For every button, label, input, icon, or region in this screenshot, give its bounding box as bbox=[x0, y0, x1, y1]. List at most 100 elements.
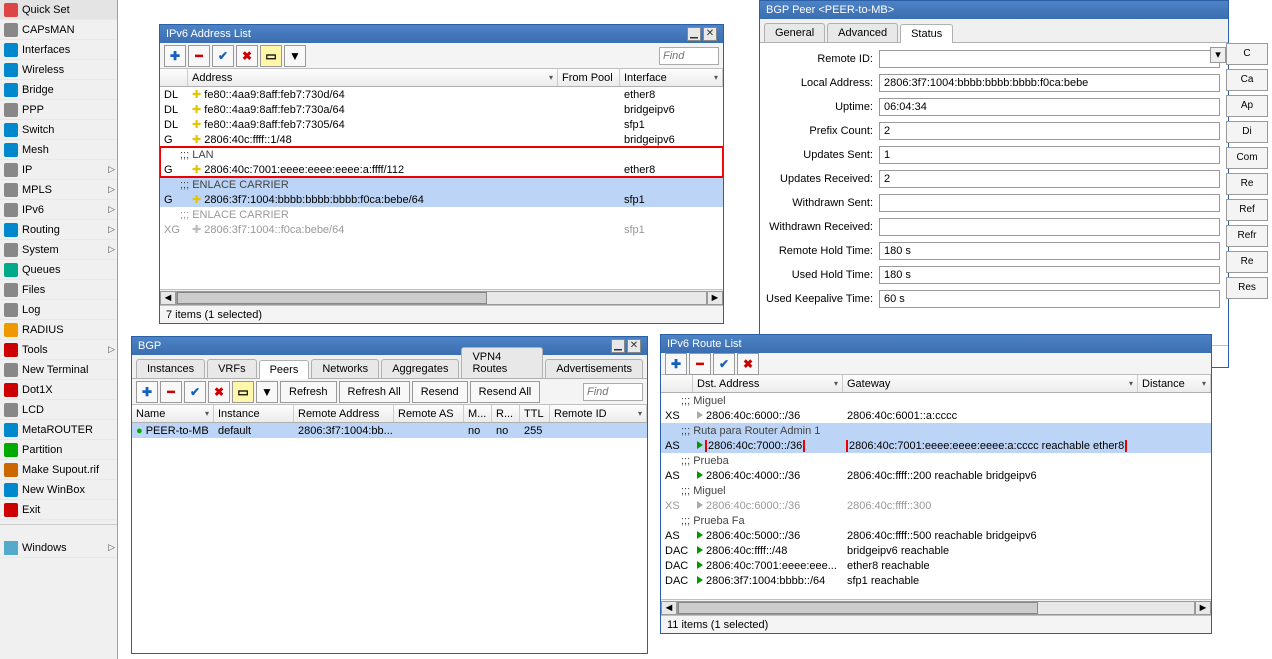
table-row[interactable]: DAC2806:40c:7001:eeee:eee...ether8 reach… bbox=[661, 558, 1211, 573]
sidebar-item[interactable]: MPLS▷ bbox=[0, 180, 117, 200]
side-button[interactable]: Re bbox=[1226, 173, 1268, 195]
th-gateway[interactable]: Gateway bbox=[843, 375, 1138, 392]
th-remote-id[interactable]: Remote ID bbox=[550, 405, 647, 422]
tab[interactable]: General bbox=[764, 23, 825, 42]
th-ttl[interactable]: TTL bbox=[520, 405, 550, 422]
filter-button[interactable]: ▼ bbox=[284, 45, 306, 67]
refresh-button[interactable]: Refresh bbox=[280, 381, 337, 403]
add-button[interactable]: ✚ bbox=[164, 45, 186, 67]
sidebar-item[interactable]: Partition bbox=[0, 440, 117, 460]
table-row[interactable]: AS2806:40c:7000::/362806:40c:7001:eeee:e… bbox=[661, 438, 1211, 453]
enable-button[interactable]: ✔ bbox=[212, 45, 234, 67]
table-row[interactable]: XS2806:40c:6000::/362806:40c:6001::a:ccc… bbox=[661, 408, 1211, 423]
sidebar-item[interactable]: PPP bbox=[0, 100, 117, 120]
sidebar-item-windows[interactable]: Windows▷ bbox=[0, 538, 117, 558]
th-dst[interactable]: Dst. Address bbox=[693, 375, 843, 392]
disable-button[interactable]: ✖ bbox=[208, 381, 230, 403]
th-flags[interactable] bbox=[160, 69, 188, 86]
table-row[interactable]: XG 2806:3f7:1004::f0ca:bebe/64sfp1 bbox=[160, 222, 723, 237]
table-row[interactable]: DL fe80::4aa9:8aff:feb7:730a/64bridgeipv… bbox=[160, 102, 723, 117]
sidebar-item[interactable]: Mesh bbox=[0, 140, 117, 160]
th-distance[interactable]: Distance bbox=[1138, 375, 1211, 392]
sidebar-item[interactable]: System▷ bbox=[0, 240, 117, 260]
disable-button[interactable]: ✖ bbox=[737, 353, 759, 375]
dropdown-extra-icon[interactable]: ▾ bbox=[1210, 47, 1226, 63]
table-row[interactable]: AS2806:40c:4000::/362806:40c:ffff::200 r… bbox=[661, 468, 1211, 483]
th-interface[interactable]: Interface bbox=[620, 69, 723, 86]
side-button[interactable]: Ap bbox=[1226, 95, 1268, 117]
sidebar-item[interactable]: Tools▷ bbox=[0, 340, 117, 360]
form-value[interactable]: 180 s bbox=[879, 242, 1220, 260]
th-from-pool[interactable]: From Pool bbox=[558, 69, 620, 86]
form-value[interactable] bbox=[879, 50, 1220, 68]
sidebar-item[interactable]: Switch bbox=[0, 120, 117, 140]
table-row[interactable]: AS2806:40c:5000::/362806:40c:ffff::500 r… bbox=[661, 528, 1211, 543]
table-row[interactable]: DAC2806:40c:ffff::/48bridgeipv6 reachabl… bbox=[661, 543, 1211, 558]
th-name[interactable]: Name bbox=[132, 405, 214, 422]
form-value[interactable]: 2 bbox=[879, 170, 1220, 188]
minimize-icon[interactable]: ▁ bbox=[687, 27, 701, 41]
sidebar-item[interactable]: IP▷ bbox=[0, 160, 117, 180]
enable-button[interactable]: ✔ bbox=[184, 381, 206, 403]
filter-button[interactable]: ▼ bbox=[256, 381, 278, 403]
find-input[interactable] bbox=[659, 47, 719, 65]
form-value[interactable]: 2806:3f7:1004:bbbb:bbbb:bbbb:f0ca:bebe bbox=[879, 74, 1220, 92]
tab[interactable]: VRFs bbox=[207, 359, 257, 378]
sidebar-item[interactable]: IPv6▷ bbox=[0, 200, 117, 220]
scroll-left-icon[interactable]: ◄ bbox=[160, 291, 176, 305]
form-value[interactable]: 180 s bbox=[879, 266, 1220, 284]
form-value[interactable]: 06:04:34 bbox=[879, 98, 1220, 116]
enable-button[interactable]: ✔ bbox=[713, 353, 735, 375]
close-icon[interactable]: ✕ bbox=[703, 27, 717, 41]
disable-button[interactable]: ✖ bbox=[236, 45, 258, 67]
sidebar-item[interactable]: Dot1X bbox=[0, 380, 117, 400]
th-remote-as[interactable]: Remote AS bbox=[394, 405, 464, 422]
resend-all-button[interactable]: Resend All bbox=[470, 381, 541, 403]
window-titlebar[interactable]: BGP Peer <PEER-to-MB> bbox=[760, 1, 1228, 19]
add-button[interactable]: ✚ bbox=[136, 381, 158, 403]
th-m[interactable]: M... bbox=[464, 405, 492, 422]
form-value[interactable]: 2 bbox=[879, 122, 1220, 140]
sidebar-item[interactable]: MetaROUTER bbox=[0, 420, 117, 440]
tab[interactable]: VPN4 Routes bbox=[461, 347, 543, 378]
side-button[interactable]: Ref bbox=[1226, 199, 1268, 221]
table-row[interactable]: G 2806:40c:ffff::1/48bridgeipv6 bbox=[160, 132, 723, 147]
scroll-right-icon[interactable]: ► bbox=[707, 291, 723, 305]
sidebar-item[interactable]: Files bbox=[0, 280, 117, 300]
tab[interactable]: Networks bbox=[311, 359, 379, 378]
side-button[interactable]: Refr bbox=[1226, 225, 1268, 247]
sidebar-item[interactable]: Log bbox=[0, 300, 117, 320]
side-button[interactable]: Res bbox=[1226, 277, 1268, 299]
remove-button[interactable]: ━ bbox=[188, 45, 210, 67]
table-row[interactable]: DL fe80::4aa9:8aff:feb7:730d/64ether8 bbox=[160, 87, 723, 102]
h-scrollbar[interactable]: ◄ ► bbox=[661, 599, 1211, 615]
table-row[interactable]: G 2806:3f7:1004:bbbb:bbbb:bbbb:f0ca:bebe… bbox=[160, 192, 723, 207]
th-flags[interactable] bbox=[661, 375, 693, 392]
side-button[interactable]: Di bbox=[1226, 121, 1268, 143]
side-button[interactable]: Com bbox=[1226, 147, 1268, 169]
sidebar-item[interactable]: Queues bbox=[0, 260, 117, 280]
tab[interactable]: Status bbox=[900, 24, 953, 43]
scroll-left-icon[interactable]: ◄ bbox=[661, 601, 677, 615]
table-row[interactable]: ● PEER-to-MB default 2806:3f7:1004:bb...… bbox=[132, 423, 647, 438]
sidebar-item[interactable]: Interfaces bbox=[0, 40, 117, 60]
comment-button[interactable]: ▭ bbox=[260, 45, 282, 67]
sidebar-item[interactable]: RADIUS bbox=[0, 320, 117, 340]
window-titlebar[interactable]: IPv6 Route List bbox=[661, 335, 1211, 353]
h-scrollbar[interactable]: ◄ ► bbox=[160, 289, 723, 305]
table-row[interactable]: XS2806:40c:6000::/362806:40c:ffff::300 bbox=[661, 498, 1211, 513]
sidebar-item[interactable]: Quick Set bbox=[0, 0, 117, 20]
tab[interactable]: Peers bbox=[259, 360, 310, 379]
side-button[interactable]: Ca bbox=[1226, 69, 1268, 91]
form-value[interactable] bbox=[879, 218, 1220, 236]
table-row[interactable]: DAC2806:3f7:1004:bbbb::/64sfp1 reachable bbox=[661, 573, 1211, 588]
minimize-icon[interactable]: ▁ bbox=[611, 339, 625, 353]
side-button[interactable]: C bbox=[1226, 43, 1268, 65]
sidebar-item[interactable]: Make Supout.rif bbox=[0, 460, 117, 480]
tab[interactable]: Aggregates bbox=[381, 359, 459, 378]
th-remote-address[interactable]: Remote Address bbox=[294, 405, 394, 422]
sidebar-item[interactable]: Bridge bbox=[0, 80, 117, 100]
scroll-right-icon[interactable]: ► bbox=[1195, 601, 1211, 615]
remove-button[interactable]: ━ bbox=[689, 353, 711, 375]
tab[interactable]: Advanced bbox=[827, 23, 898, 42]
